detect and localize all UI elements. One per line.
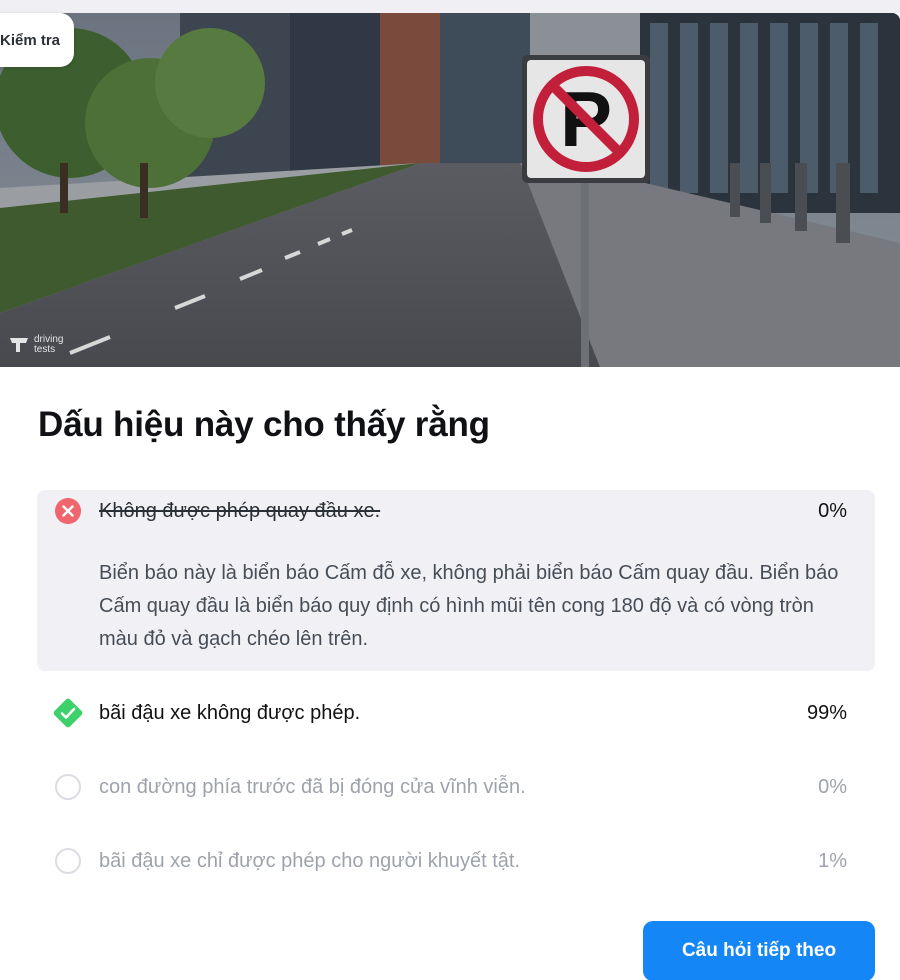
answer-option-correct[interactable]: bãi đậu xe không được phép. 99% [37,692,875,732]
incorrect-x-icon [55,498,81,524]
driving-tests-logo-icon [10,338,28,352]
answer-label: Không được phép quay đầu xe. [99,500,381,522]
answer-label: bãi đậu xe không được phép. [99,702,361,724]
answer-percent: 0% [818,500,847,522]
answer-explanation: Biển báo này là biển báo Cấm đỗ xe, khôn… [99,562,839,650]
answer-percent: 0% [818,776,847,798]
check-pill-label: Kiểm tra [0,31,61,49]
check-pill[interactable]: Kiểm tra [0,13,75,67]
answer-percent: 99% [806,702,847,724]
question-title: Dấu hiệu này cho thấy rằng [38,405,490,444]
answer-label: bãi đậu xe chỉ được phép cho người khuyế… [99,850,521,872]
answer-label: con đường phía trước đã bị đóng cửa vĩnh… [99,776,526,798]
correct-check-icon [53,698,83,728]
answer-percent: 1% [818,850,847,872]
answer-option[interactable]: con đường phía trước đã bị đóng cửa vĩnh… [37,766,875,806]
question-image: P [0,13,900,367]
answer-option[interactable]: bãi đậu xe chỉ được phép cho người khuyế… [37,840,875,880]
watermark-brand: driving tests [34,334,64,355]
answer-option-incorrect-expanded[interactable]: Không được phép quay đầu xe. 0% Biển báo… [37,490,875,671]
top-strip [0,0,900,13]
watermark-logo: driving tests [8,335,74,355]
radio-circle-icon [55,774,81,800]
radio-circle-icon [55,848,81,874]
next-question-button[interactable]: Câu hỏi tiếp theo [643,921,875,980]
